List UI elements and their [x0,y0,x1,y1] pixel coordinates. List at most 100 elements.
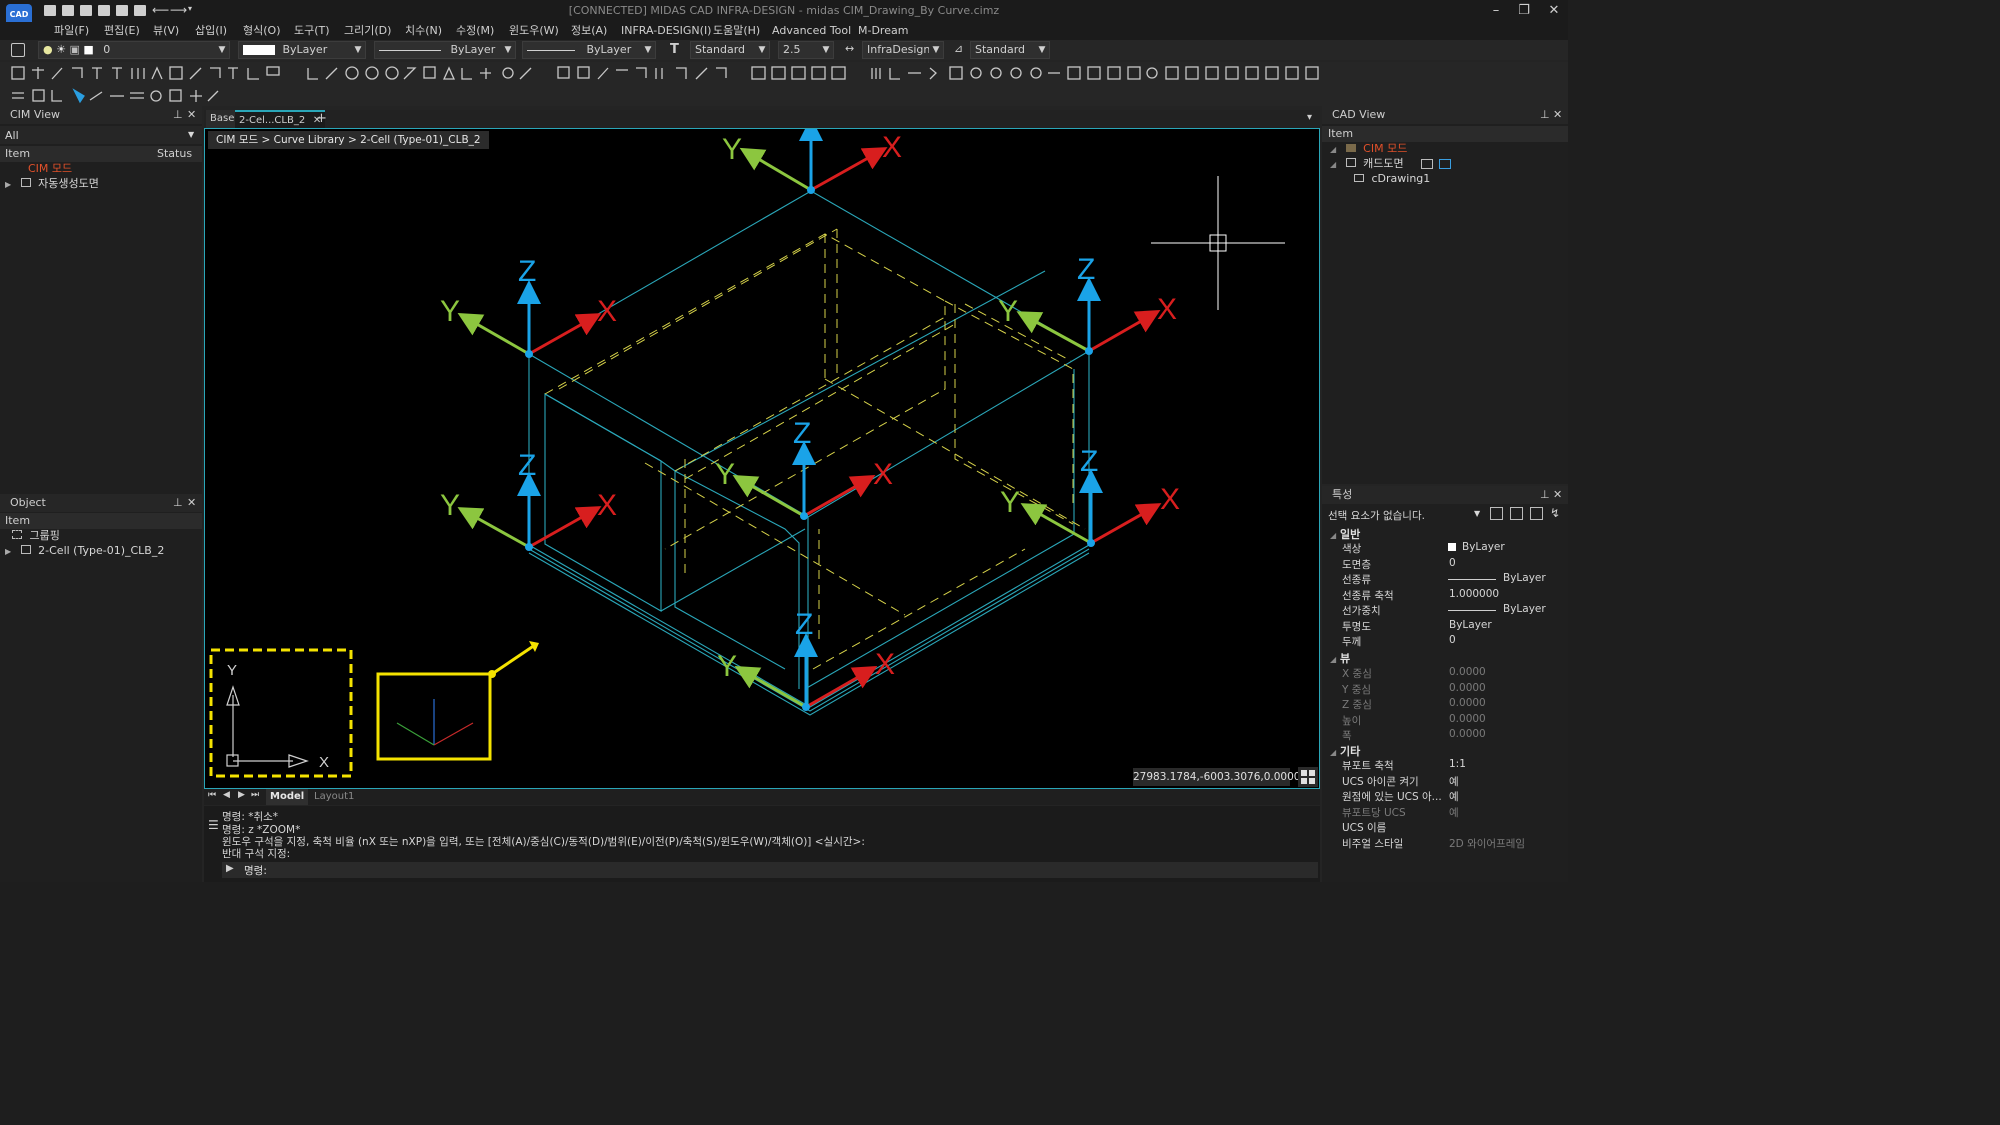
property-value[interactable]: ByLayer [1503,572,1546,584]
close-icon[interactable]: ✕ [187,496,196,509]
menu-m-dream[interactable]: M-Dream [858,22,908,40]
breadcrumb[interactable]: CIM 모드 > Curve Library > 2-Cell (Type-01… [208,131,489,149]
expand-arrow-icon[interactable]: ▶ [5,180,11,189]
selection-dropdown[interactable]: 선택 요소가 없습니다. ▼ [1324,506,1486,524]
lineweight-dropdown[interactable]: ByLayer ▼ [522,41,656,59]
menu-draw[interactable]: 그리기(D) [344,22,391,40]
secondary-tool-icons[interactable] [0,86,230,106]
pick-add-icon[interactable] [1530,507,1543,520]
menu-format[interactable]: 형식(O) [243,22,280,40]
property-value[interactable]: 0 [1449,634,1456,646]
close-icon[interactable]: ✕ [187,108,196,121]
text-style-icon[interactable]: T [670,42,679,57]
color-dropdown[interactable]: ByLayer ▼ [238,41,366,59]
axis-label-y: Y [440,295,460,328]
prev-layout-icon[interactable]: ◀ [223,790,230,800]
tool-icons-strip[interactable] [0,62,1568,86]
tab-drawing[interactable]: 2-Cel...CLB_2 ✕ [235,110,326,128]
tree-item-cdrawing1[interactable]: cDrawing1 [1354,171,1430,187]
property-value[interactable]: 1:1 [1449,758,1466,770]
section-view[interactable]: ◢ 뷰 [1330,650,1350,666]
property-value[interactable]: 0.0000 [1449,697,1486,709]
command-menu-icon[interactable]: ☰ [208,818,219,832]
maximize-button[interactable]: ❐ [1510,2,1538,20]
dim-style-icon[interactable]: ↔ [845,42,854,55]
tab-layout1[interactable]: Layout1 [314,789,354,805]
property-value[interactable]: ByLayer [1503,603,1546,615]
property-value[interactable]: 0.0000 [1449,682,1486,694]
property-value[interactable]: 예 [1449,789,1459,804]
tree-item-object[interactable]: ▶ 2-Cell (Type-01)_CLB_2 [5,543,164,559]
menu-tools[interactable]: 도구(T) [294,22,330,40]
toggle-pickadd-icon[interactable]: ↯ [1550,506,1560,520]
property-value[interactable]: 0.0000 [1449,713,1486,725]
first-layout-icon[interactable]: ⏮ [208,790,216,800]
menu-help[interactable]: 도움말(H) [713,22,760,40]
next-layout-icon[interactable]: ▶ [238,790,245,800]
layer-manager-icon[interactable] [11,43,25,57]
tree-item-cad-drawing[interactable]: ◢ 캐드도면 [1330,156,1451,172]
view-icon[interactable] [1438,159,1451,169]
axis-label-x: X [875,648,895,681]
view-icon[interactable] [1421,159,1434,169]
property-value[interactable]: 0.0000 [1449,666,1486,678]
minimize-button[interactable]: – [1482,2,1510,20]
tree-item-cim-mode[interactable]: CIM 모드 [28,161,72,177]
collapse-arrow-icon[interactable]: ◢ [1330,145,1336,154]
menu-dimension[interactable]: 치수(N) [405,22,442,40]
dim-style-dropdown[interactable]: InfraDesign... ▼ [862,41,944,59]
tree-item-cim-mode[interactable]: ◢ CIM 모드 [1330,141,1407,157]
property-value[interactable]: 1.000000 [1449,588,1499,600]
tab-list-dropdown-icon[interactable]: ▾ [1307,112,1312,123]
section-misc[interactable]: ◢ 기타 [1330,743,1360,759]
tab-base[interactable]: Base [206,110,239,128]
menu-modify[interactable]: 수정(M) [456,22,494,40]
pin-icon[interactable]: ⊥ [1540,108,1550,121]
viewport-grid-icon[interactable] [1298,767,1318,787]
menu-info[interactable]: 정보(A) [571,22,607,40]
menu-view[interactable]: 뷰(V) [153,22,179,40]
menu-edit[interactable]: 편집(E) [104,22,140,40]
property-value[interactable]: 0.0000 [1449,728,1486,740]
property-value[interactable]: 2D 와이어프레임 [1449,836,1525,851]
pin-icon[interactable]: ⊥ [173,496,183,509]
axis-label-z: Z [793,417,811,450]
linetype-dropdown[interactable]: ByLayer ▼ [374,41,516,59]
menu-window[interactable]: 윈도우(W) [509,22,559,40]
menu-advanced-tool[interactable]: Advanced Tool [772,22,851,40]
tree-item-auto-drawing[interactable]: ▶ 자동생성도면 [5,176,99,192]
layer-dropdown[interactable]: ● ☀ ▣ ■ 0 ▼ [38,41,230,59]
property-value[interactable]: 예 [1449,805,1459,820]
section-general[interactable]: ◢ 일반 [1330,526,1360,542]
pin-icon[interactable]: ⊥ [173,108,183,121]
property-value[interactable]: ByLayer [1449,619,1492,631]
pin-icon[interactable]: ⊥ [1540,488,1550,501]
new-tab-icon[interactable]: + [316,111,327,126]
property-key: 뷰포트 축척 [1342,760,1394,772]
command-input[interactable]: ▶ 명령: [222,862,1318,878]
close-icon[interactable]: ✕ [1553,488,1562,501]
property-value[interactable]: 예 [1449,774,1459,789]
drawing-viewport[interactable]: Z X Y Z X Y [204,95,1320,789]
cim-filter-dropdown[interactable]: All ▼ [0,126,202,144]
table-style-icon[interactable]: ⊿ [954,42,963,55]
expand-arrow-icon[interactable]: ▶ [5,547,11,556]
close-icon[interactable]: ✕ [1553,108,1562,121]
quick-select-icon[interactable] [1510,507,1523,520]
text-style-dropdown[interactable]: Standard ▼ [690,41,770,59]
table-style-dropdown[interactable]: Standard ▼ [970,41,1050,59]
menu-file[interactable]: 파일(F) [54,22,89,40]
tree-item-grouping[interactable]: 그룹핑 [12,528,60,544]
menu-insert[interactable]: 삽입(I) [195,22,227,40]
close-button[interactable]: ✕ [1540,2,1568,20]
menu-infra-design[interactable]: INFRA-DESIGN(I) [621,22,711,40]
last-layout-icon[interactable]: ⏭ [251,790,259,800]
tab-model[interactable]: Model [266,789,309,805]
axis-label-x: X [597,489,617,522]
property-value[interactable]: ByLayer [1462,541,1505,553]
select-objects-icon[interactable] [1490,507,1503,520]
cad-drawing-canvas[interactable]: Z X Y Z X Y [205,95,1319,788]
property-value[interactable]: 0 [1449,557,1456,569]
text-height-input[interactable]: 2.5 ▼ [778,41,834,59]
collapse-arrow-icon[interactable]: ◢ [1330,160,1336,169]
